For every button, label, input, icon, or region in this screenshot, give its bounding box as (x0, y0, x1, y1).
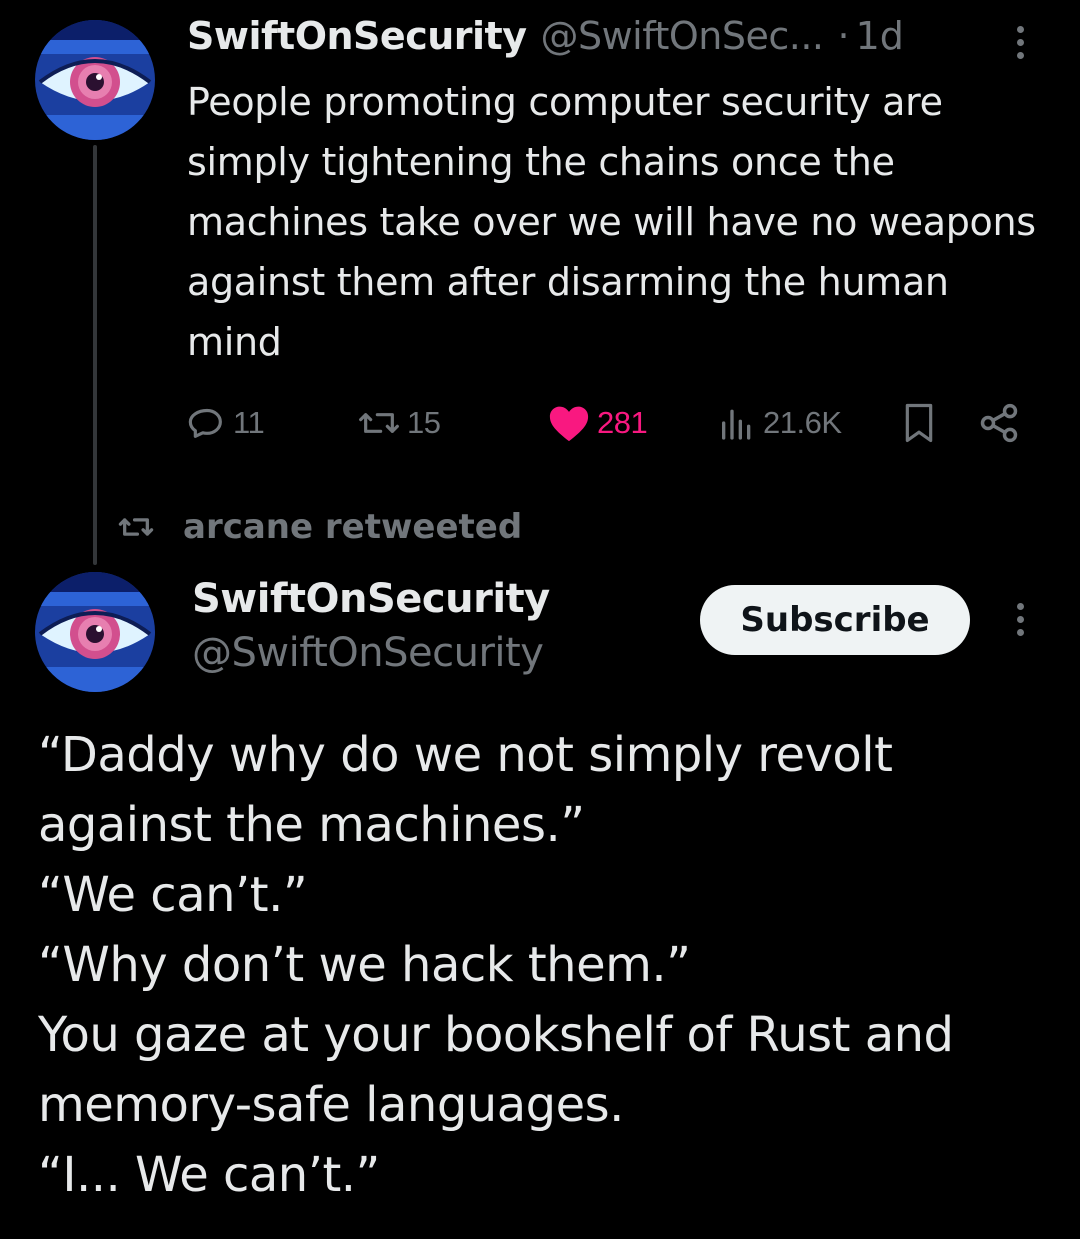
tweet-text-line: You gaze at your bookshelf of Rust and (38, 1007, 954, 1063)
tweet-text-line: “Daddy why do we not simply revolt (38, 727, 893, 783)
like-button[interactable]: 281 (547, 395, 648, 451)
separator-dot: · (837, 14, 850, 58)
view-count: 21.6K (763, 405, 842, 440)
retweeted-by-label: arcane retweeted (183, 507, 523, 547)
thread-connector-line (93, 145, 97, 565)
retweet-button[interactable]: 15 (357, 395, 441, 451)
tweet-text-line: “I... We can’t.” (38, 1147, 380, 1203)
author-avatar[interactable] (35, 572, 155, 692)
eye-avatar-icon (35, 20, 155, 140)
retweet-count: 15 (407, 405, 441, 440)
reply-icon (188, 408, 222, 438)
tweet-text-line: against the machines.” (38, 797, 585, 853)
tweet-text: “Daddy why do we not simply revolt again… (38, 720, 1058, 1210)
retweet-icon (359, 413, 399, 433)
author-name[interactable]: SwiftOnSecurity (187, 14, 527, 58)
views-chart-icon (722, 409, 751, 440)
tweet-action-bar: 11 15 281 21.6K (187, 395, 1027, 451)
tweet-text-line: memory-safe languages. (38, 1077, 624, 1133)
tweet-text: People promoting computer security are s… (187, 80, 1036, 364)
subscribe-button[interactable]: Subscribe (700, 585, 970, 655)
eye-avatar-icon (35, 572, 155, 692)
tweet-text-line: “We can’t.” (38, 867, 308, 923)
more-options-icon[interactable] (1015, 26, 1025, 59)
tweet-timestamp[interactable]: 1d (856, 14, 904, 58)
bookmark-button[interactable] (899, 395, 939, 451)
share-icon (980, 403, 1018, 443)
author-handle[interactable]: @SwiftOnSecurity (192, 630, 544, 676)
reply-count: 11 (233, 405, 265, 440)
retweet-context[interactable]: arcane retweeted (117, 502, 522, 552)
tweet-header: SwiftOnSecurity @SwiftOnSec... · 1d (187, 14, 904, 66)
more-options-icon[interactable] (1015, 603, 1025, 636)
author-handle[interactable]: @SwiftOnSec... (540, 14, 824, 58)
bookmark-icon (905, 403, 933, 443)
like-count: 281 (597, 405, 648, 440)
author-avatar[interactable] (35, 20, 155, 140)
share-button[interactable] (977, 395, 1021, 451)
retweet-icon (118, 518, 154, 536)
heart-filled-icon (549, 406, 589, 442)
author-name[interactable]: SwiftOnSecurity (192, 576, 550, 622)
views-button[interactable]: 21.6K (717, 395, 842, 451)
tweet-text-line: “Why don’t we hack them.” (38, 937, 691, 993)
reply-button[interactable]: 11 (187, 395, 265, 451)
